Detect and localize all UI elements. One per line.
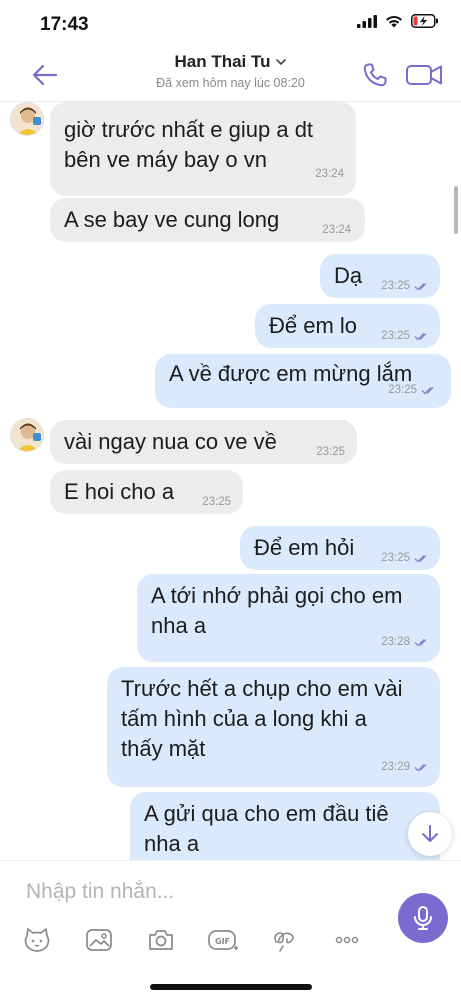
message-bubble-outgoing[interactable]: A về được em mừng lắm 23:25 <box>155 354 451 408</box>
camera-icon <box>149 930 173 950</box>
gallery-icon <box>86 929 112 951</box>
wifi-icon <box>386 15 402 27</box>
message-meta: 23:25 <box>388 374 437 406</box>
message-meta: 23:25 <box>381 320 430 352</box>
double-check-icon <box>414 763 427 771</box>
message-text: A tới nhớ phải gọi cho em <box>151 583 403 608</box>
message-time: 23:29 <box>381 761 410 773</box>
double-check-icon <box>421 386 434 394</box>
status-bar: 17:43 <box>0 0 461 50</box>
status-time: 17:43 <box>40 14 89 35</box>
doodle-icon <box>274 932 294 952</box>
message-time: 23:25 <box>381 280 410 292</box>
attachment-toolbar: GIF <box>20 923 370 957</box>
message-text: giờ trước nhất e giup a dt <box>64 117 314 142</box>
battery-charging-icon <box>411 14 438 28</box>
voice-message-button[interactable] <box>398 893 448 943</box>
message-text: A gửi qua cho em đầu tiê <box>144 801 389 826</box>
contact-avatar[interactable] <box>10 418 44 452</box>
avatar-image <box>11 419 43 451</box>
chevron-down-icon <box>275 59 286 66</box>
more-icon <box>335 936 359 944</box>
sticker-button[interactable] <box>20 923 54 957</box>
message-bubble-incoming[interactable]: vài ngay nua co ve về 23:25 <box>50 420 357 464</box>
chat-header: Han Thai Tu Đã xem hôm nay lúc 08:20 <box>0 48 461 102</box>
double-check-icon <box>414 282 427 290</box>
contact-name[interactable]: Han Thai Tu <box>174 52 286 72</box>
message-bubble-outgoing[interactable]: Để em hỏi 23:25 <box>240 526 440 570</box>
message-bubble-incoming[interactable]: A se bay ve cung long 23:24 <box>50 198 365 242</box>
message-text: A về được em mừng lắm <box>169 361 413 386</box>
message-text: Trước hết a chụp cho em vài <box>121 676 403 701</box>
phone-icon <box>363 63 387 87</box>
message-text: nha a <box>151 613 207 638</box>
message-bubble-outgoing[interactable]: Dạ 23:25 <box>320 254 440 298</box>
message-time: 23:25 <box>388 384 417 396</box>
message-composer: GIF <box>0 860 461 1000</box>
message-meta: 23:25 <box>381 542 430 574</box>
message-time: 23:24 <box>315 168 344 180</box>
message-time: 23:25 <box>381 552 410 564</box>
contact-name-text: Han Thai Tu <box>174 52 271 71</box>
message-time: 23:25 <box>381 330 410 342</box>
message-meta: 23:25 <box>381 270 430 302</box>
message-text: bên ve máy bay o vn <box>64 147 268 172</box>
contact-avatar[interactable] <box>10 102 44 136</box>
microphone-icon <box>414 906 432 930</box>
message-text: Để em hỏi <box>254 535 355 560</box>
message-list[interactable]: giờ trước nhất e giup a dt bên ve máy ba… <box>0 102 461 860</box>
video-camera-icon <box>406 65 442 85</box>
home-indicator <box>150 984 312 990</box>
message-text: A se bay ve cung long <box>64 207 280 232</box>
arrow-down-icon <box>422 825 438 842</box>
message-time: 23:28 <box>381 636 410 648</box>
message-bubble-incoming[interactable]: E hoi cho a 23:25 <box>50 470 243 514</box>
gif-icon: GIF <box>208 930 238 950</box>
message-text: thấy mặt <box>121 736 206 761</box>
scrollbar[interactable] <box>454 186 458 234</box>
message-meta: 23:28 <box>381 626 430 658</box>
sticker-icon <box>24 928 50 952</box>
double-check-icon <box>414 554 427 562</box>
message-text: Dạ <box>334 263 363 288</box>
message-time: 23:25 <box>202 496 231 508</box>
avatar-image <box>11 103 43 135</box>
double-check-icon <box>414 638 427 646</box>
contact-info[interactable]: Han Thai Tu Đã xem hôm nay lúc 08:20 <box>0 52 461 90</box>
message-input[interactable] <box>26 875 366 909</box>
voice-call-button[interactable] <box>360 60 390 90</box>
message-bubble-incoming[interactable]: giờ trước nhất e giup a dt bên ve máy ba… <box>50 102 356 196</box>
message-time: 23:25 <box>316 446 345 458</box>
message-text: E hoi cho a <box>64 479 175 504</box>
message-bubble-outgoing[interactable]: Để em lo 23:25 <box>255 304 440 348</box>
scroll-to-bottom-button[interactable] <box>408 812 452 856</box>
message-text: vài ngay nua co ve về <box>64 429 277 454</box>
message-meta: 23:29 <box>381 751 430 783</box>
double-check-icon <box>414 332 427 340</box>
svg-text:GIF: GIF <box>215 937 230 946</box>
message-bubble-outgoing[interactable]: Trước hết a chụp cho em vài tấm hình của… <box>107 667 440 787</box>
signal-icon <box>357 14 377 28</box>
status-icons <box>357 14 439 28</box>
last-seen-status: Đã xem hôm nay lúc 08:20 <box>156 76 305 90</box>
message-text: nha a <box>144 831 200 856</box>
video-call-button[interactable] <box>405 60 445 90</box>
camera-button[interactable] <box>144 923 178 957</box>
doodle-button[interactable] <box>268 923 302 957</box>
message-time: 23:24 <box>322 224 351 236</box>
gif-button[interactable]: GIF <box>206 923 240 957</box>
gallery-button[interactable] <box>82 923 116 957</box>
message-bubble-outgoing[interactable]: A gửi qua cho em đầu tiê nha a <box>130 792 440 860</box>
more-options-button[interactable] <box>330 923 364 957</box>
message-text: tấm hình của a long khi a <box>121 706 367 731</box>
message-text: Để em lo <box>269 313 358 338</box>
message-bubble-outgoing[interactable]: A tới nhớ phải gọi cho em nha a 23:28 <box>137 574 440 662</box>
